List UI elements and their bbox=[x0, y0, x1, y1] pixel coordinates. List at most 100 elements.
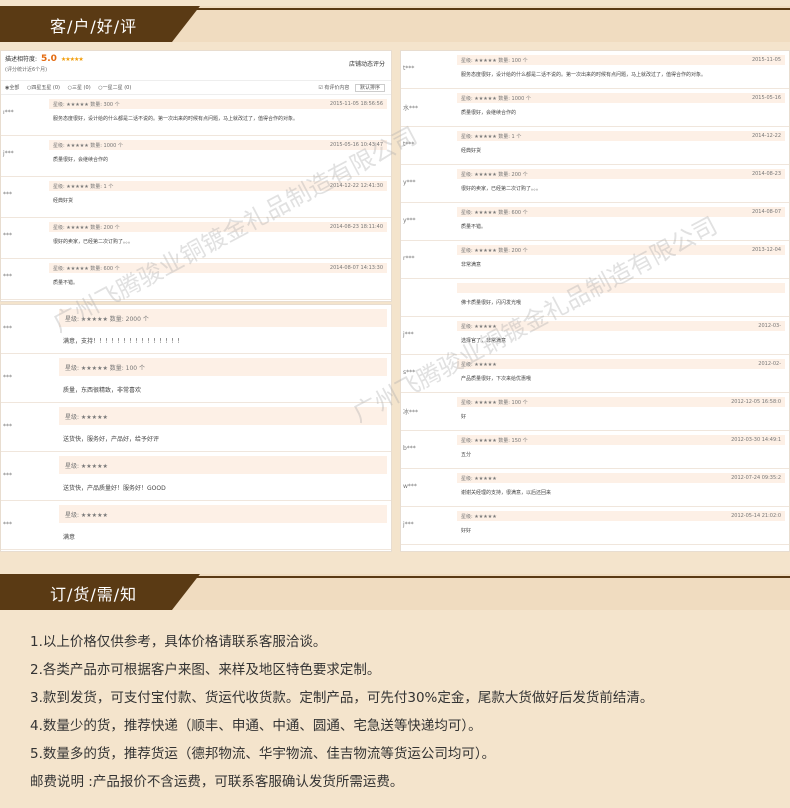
ordering-notes: 1.以上价格仅供参考，具体价格请联系客服洽谈。 2.各类产品亦可根据客户来图、来… bbox=[30, 628, 780, 796]
review-row: 水*** 星级: ★★★★★ 数量: 1000 个 2015-05-16 质量很好，会… bbox=[401, 89, 789, 127]
review-date: 2012-05-14 21:02:0 bbox=[731, 513, 781, 519]
review-text: 好 bbox=[461, 414, 467, 420]
review-meta: 星级: ★★★★★ 数量: 150 个 2012-03-30 14:49:1 bbox=[457, 435, 785, 445]
rating-score: 5.0 bbox=[40, 54, 57, 64]
review-meta: 星级: ★★★★★ 数量: 100 个 2015-11-05 bbox=[457, 55, 785, 65]
filter-three-star[interactable]: ○三星 (0) bbox=[68, 85, 91, 91]
reviewer-name: y*** bbox=[403, 179, 416, 186]
note-line: 邮费说明 :产品报价不含运费，可联系客服确认发货所需运费。 bbox=[30, 774, 404, 790]
reviewer-name: 冰*** bbox=[403, 409, 419, 416]
filter-one-two-star[interactable]: ○一星二星 (0) bbox=[98, 85, 131, 91]
review-text: 质量很好，会继续合作的 bbox=[461, 110, 517, 116]
reviewer-name: j*** bbox=[403, 331, 414, 338]
review-row: r*** 星级: ★★★★★ 数量: 200 个 2013-12-04 非常满意 bbox=[401, 241, 789, 279]
review-row: *** 星级: ★★★★★ 送货快，服务好，产品好，给予好评 bbox=[1, 403, 391, 452]
review-meta: 星级: ★★★★★ 数量: 1 个 2014-12-22 bbox=[457, 131, 785, 141]
review-text: 五分 bbox=[461, 452, 472, 458]
reviewer-name: j*** bbox=[3, 150, 14, 157]
review-screenshot-a: 描述相符度: 5.0 ★★★★★ (评分统计近6个月) 店铺动态评分 ◉全部 ○… bbox=[0, 50, 392, 302]
reviewer-name: *** bbox=[3, 472, 12, 479]
review-meta: 星级: ★★★★★ 数量: 600 个 2014-08-07 14:13:30 bbox=[49, 263, 387, 273]
shop-dynamic-score-link[interactable]: 店铺动态评分 bbox=[349, 59, 385, 68]
review-row: s*** 星级: ★★★★★ 2012-02- 产品质量很好，下次来给优惠哦 bbox=[401, 355, 789, 393]
review-date: 2015-11-05 bbox=[751, 57, 781, 63]
review-date: 2012-03- bbox=[758, 323, 781, 329]
note-line: 3.款到发货，可支付宝付款、货运代收货款。定制产品，可先付30%定金，尾款大货做… bbox=[30, 690, 654, 706]
review-row: w*** 星级: ★★★★★ 2012-07-24 09:35:2 谢谢关经理的支持，… bbox=[401, 469, 789, 507]
sort-select[interactable]: 默认排序 bbox=[354, 84, 385, 92]
review-list-b: *** 星级: ★★★★★ 数量: 2000 个满意，支持！！！！！！！！！！！！… bbox=[1, 305, 391, 550]
review-date: 2013-12-04 bbox=[751, 247, 781, 253]
review-date: 2012-12-05 16:58:0 bbox=[731, 399, 781, 405]
reviewer-name: t*** bbox=[403, 65, 415, 72]
review-meta: 星级: ★★★★★ bbox=[59, 456, 387, 474]
review-row: j*** 星级: ★★★★★ 2012-05-14 21:02:0 好好 bbox=[401, 507, 789, 545]
reviewer-name: r*** bbox=[403, 255, 415, 262]
review-text: 质量很好，会继续合作的 bbox=[53, 157, 109, 163]
review-date: 2014-12-22 12:41:30 bbox=[329, 183, 383, 189]
ordering-banner-tab: 订/货/需/知 bbox=[0, 574, 200, 610]
review-row: y*** 星级: ★★★★★ 数量: 600 个 2014-08-07 质量不错。 bbox=[401, 203, 789, 241]
review-text: 质量不错。 bbox=[461, 224, 487, 230]
rating-summary: 描述相符度: 5.0 ★★★★★ (评分统计近6个月) 店铺动态评分 bbox=[1, 51, 391, 81]
review-row: j*** 星级: ★★★★★ 数量: 1000 个 2015-05-16 10:43… bbox=[1, 136, 391, 177]
review-screenshot-b: *** 星级: ★★★★★ 数量: 2000 个满意，支持！！！！！！！！！！！！… bbox=[0, 304, 392, 552]
review-row: *** 星级: ★★★★★ 送货快，产品质量好！服务好！GOOD bbox=[1, 452, 391, 501]
review-row: *** 星级: ★★★★★ 数量: 100 个质量，东西很精致，非常喜欢 bbox=[1, 354, 391, 403]
review-meta: 星级: ★★★★★ 数量: 200 个 2014-08-23 18:11:40 bbox=[49, 222, 387, 232]
review-meta: 星级: ★★★★★ 数量: 600 个 2014-08-07 bbox=[457, 207, 785, 217]
review-row: 冰*** 星级: ★★★★★ 数量: 100 个 2012-12-05 16:58:… bbox=[401, 393, 789, 431]
review-row: t*** 星级: ★★★★★ 数量: 100 个 2015-11-05 服务态度很好，… bbox=[401, 51, 789, 89]
filter-four-five-star[interactable]: ○四星五星 (0) bbox=[27, 85, 60, 91]
review-text: 满意 bbox=[63, 534, 76, 541]
review-text: 送货快，产品质量好！服务好！GOOD bbox=[63, 485, 166, 492]
review-text: 经典好货 bbox=[461, 148, 482, 154]
reviews-collage: 描述相符度: 5.0 ★★★★★ (评分统计近6个月) 店铺动态评分 ◉全部 ○… bbox=[0, 50, 790, 552]
review-meta: 星级: ★★★★★ 2012-03- bbox=[457, 321, 785, 331]
note-line: 1.以上价格仅供参考，具体价格请联系客服洽谈。 bbox=[30, 634, 327, 650]
rating-label: 描述相符度: bbox=[5, 56, 38, 63]
reviewer-name: *** bbox=[3, 191, 12, 198]
review-meta: 星级: ★★★★★ 数量: 100 个 2012-12-05 16:58:0 bbox=[457, 397, 785, 407]
reviewer-name: 水*** bbox=[403, 105, 419, 112]
review-date: 2015-11-05 18:56:56 bbox=[329, 101, 383, 107]
review-row: *** 星级: ★★★★★ 数量: 600 个 2014-08-07 14:13:3… bbox=[1, 259, 391, 300]
filter-all[interactable]: ◉全部 bbox=[5, 85, 19, 91]
review-date: 2015-05-16 bbox=[751, 95, 781, 101]
reviewer-name: *** bbox=[3, 374, 12, 381]
review-date: 2015-05-16 10:43:47 bbox=[329, 142, 383, 148]
ordering-title: 订/货/需/知 bbox=[50, 585, 138, 604]
review-meta bbox=[457, 283, 785, 293]
reviews-title: 客/户/好/评 bbox=[50, 17, 138, 36]
review-filters: ◉全部 ○四星五星 (0) ○三星 (0) ○一星二星 (0) ☑ 有评价内容 … bbox=[1, 81, 391, 95]
review-text: 满意，支持！！！！！！！！！！！！！！！ bbox=[63, 338, 184, 345]
reviewer-name: ı*** bbox=[3, 109, 14, 116]
review-text: 质量不错。 bbox=[53, 280, 79, 286]
reviewer-name: b*** bbox=[403, 445, 416, 452]
review-meta: 星级: ★★★★★ 数量: 2000 个 bbox=[59, 309, 387, 327]
review-list-c: t*** 星级: ★★★★★ 数量: 100 个 2015-11-05 服务态度很好，… bbox=[401, 51, 789, 545]
review-list-a: ı*** 星级: ★★★★★ 数量: 300 个 2015-11-05 18:56:… bbox=[1, 95, 391, 300]
review-text: 经典好货 bbox=[53, 198, 74, 204]
rating-stars: ★★★★★ bbox=[60, 56, 84, 63]
review-meta: 星级: ★★★★★ 数量: 100 个 bbox=[59, 358, 387, 376]
with-content-checkbox[interactable]: ☑ 有评价内容 bbox=[318, 85, 349, 91]
review-row: *** 星级: ★★★★★ 数量: 2000 个满意，支持！！！！！！！！！！！！… bbox=[1, 305, 391, 354]
reviewer-name: w*** bbox=[403, 483, 417, 490]
review-row: *** 星级: ★★★★★ 数量: 1 个 2014-12-22 12:41:30 经… bbox=[1, 177, 391, 218]
ordering-banner: 订/货/需/知 bbox=[0, 574, 790, 610]
reviewer-name: y*** bbox=[403, 217, 416, 224]
review-meta: 星级: ★★★★★ 2012-02- bbox=[457, 359, 785, 369]
reviews-banner-tab: 客/户/好/评 bbox=[0, 6, 200, 42]
review-text: 质量，东西很精致，非常喜欢 bbox=[63, 387, 142, 394]
reviewer-name: *** bbox=[3, 273, 12, 280]
review-row: *** 星级: ★★★★★ 数量: 200 个 2014-08-23 18:11:4… bbox=[1, 218, 391, 259]
review-text: 选择官了，非常满意 bbox=[461, 338, 507, 344]
reviewer-name: *** bbox=[3, 521, 12, 528]
reviewer-name: j*** bbox=[403, 521, 414, 528]
reviewer-name: *** bbox=[3, 232, 12, 239]
review-text: 服务态度很好，设计给的什么都是二话不说的。第一次出来的时候有点问题，马上就改过了… bbox=[53, 116, 299, 122]
review-row: y*** 星级: ★★★★★ 数量: 200 个 2014-08-23 很好的卖家，已… bbox=[401, 165, 789, 203]
review-meta: 星级: ★★★★★ bbox=[59, 407, 387, 425]
review-meta: 星级: ★★★★★ 数量: 200 个 2013-12-04 bbox=[457, 245, 785, 255]
